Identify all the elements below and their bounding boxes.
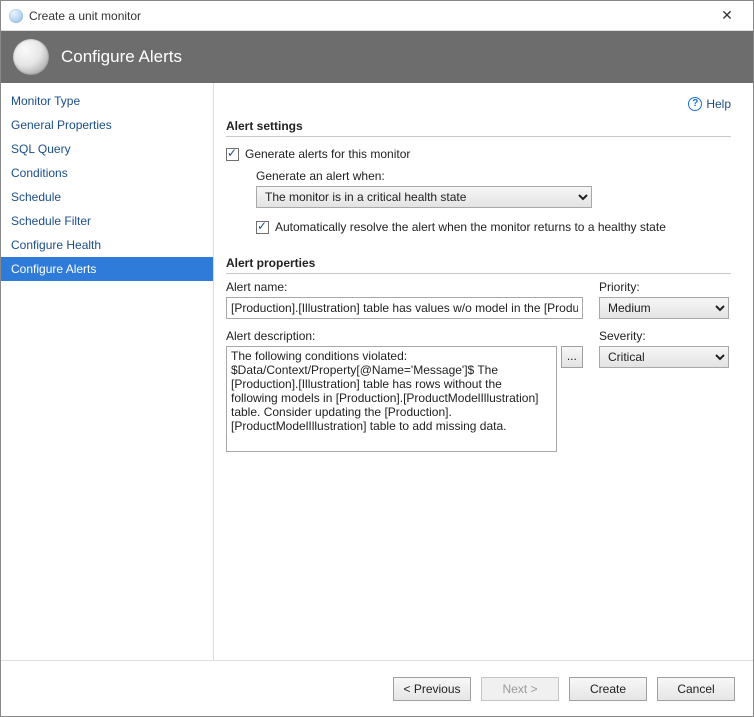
generate-alerts-checkbox[interactable] [226,148,239,161]
auto-resolve-label: Automatically resolve the alert when the… [275,220,666,234]
close-button[interactable]: ✕ [707,2,747,30]
sidebar-item-label: Conditions [11,166,68,180]
sidebar-item-general-properties[interactable]: General Properties [1,113,213,137]
wizard-window: Create a unit monitor ✕ Configure Alerts… [0,0,754,717]
alert-name-label: Alert name: [226,280,583,294]
priority-label: Priority: [599,280,731,294]
help-row: ? Help [226,97,731,111]
sidebar-item-label: Monitor Type [11,94,80,108]
sidebar-item-sql-query[interactable]: SQL Query [1,137,213,161]
banner-orb-icon [13,39,49,75]
description-ellipsis-button[interactable]: ... [561,346,583,368]
priority-select[interactable]: Medium [599,297,729,319]
severity-select[interactable]: Critical [599,346,729,368]
alert-properties-heading: Alert properties [226,256,731,274]
sidebar-item-schedule-filter[interactable]: Schedule Filter [1,209,213,233]
sidebar-item-label: Schedule Filter [11,214,91,228]
next-button: Next > [481,677,559,701]
auto-resolve-row: Automatically resolve the alert when the… [256,220,731,234]
page-banner: Configure Alerts [1,31,753,83]
body: Monitor Type General Properties SQL Quer… [1,83,753,660]
generate-when-select[interactable]: The monitor is in a critical health stat… [256,186,592,208]
create-button[interactable]: Create [569,677,647,701]
cancel-button[interactable]: Cancel [657,677,735,701]
sidebar-item-schedule[interactable]: Schedule [1,185,213,209]
generate-when-label: Generate an alert when: [256,169,731,183]
wizard-sidebar: Monitor Type General Properties SQL Quer… [1,83,214,660]
wizard-footer: < Previous Next > Create Cancel [1,660,753,716]
page-title: Configure Alerts [61,47,182,67]
sidebar-item-label: Schedule [11,190,61,204]
alert-settings-heading: Alert settings [226,119,731,137]
alert-description-textarea[interactable] [226,346,557,452]
name-priority-row: Alert name: Priority: Medium [226,280,731,319]
sidebar-item-configure-alerts[interactable]: Configure Alerts [1,257,213,281]
sidebar-item-monitor-type[interactable]: Monitor Type [1,89,213,113]
alert-name-input[interactable] [226,297,583,319]
sidebar-item-label: SQL Query [11,142,71,156]
generate-alerts-label: Generate alerts for this monitor [245,147,410,161]
help-icon: ? [688,97,702,111]
window-title: Create a unit monitor [29,9,141,23]
titlebar: Create a unit monitor ✕ [1,1,753,31]
auto-resolve-checkbox[interactable] [256,221,269,234]
sidebar-item-label: General Properties [11,118,112,132]
close-icon: ✕ [721,7,733,24]
generate-when-block: Generate an alert when: The monitor is i… [256,169,731,208]
main-panel: ? Help Alert settings Generate alerts fo… [214,83,753,660]
generate-alerts-row: Generate alerts for this monitor [226,147,731,161]
severity-label: Severity: [599,329,731,343]
sidebar-item-configure-health[interactable]: Configure Health [1,233,213,257]
sidebar-item-conditions[interactable]: Conditions [1,161,213,185]
alert-description-label: Alert description: [226,329,583,343]
app-icon [9,9,23,23]
previous-button[interactable]: < Previous [393,677,471,701]
sidebar-item-label: Configure Alerts [11,262,96,276]
desc-severity-row: Alert description: ... Severity: Critica… [226,329,731,452]
help-link[interactable]: Help [706,97,731,111]
sidebar-item-label: Configure Health [11,238,101,252]
